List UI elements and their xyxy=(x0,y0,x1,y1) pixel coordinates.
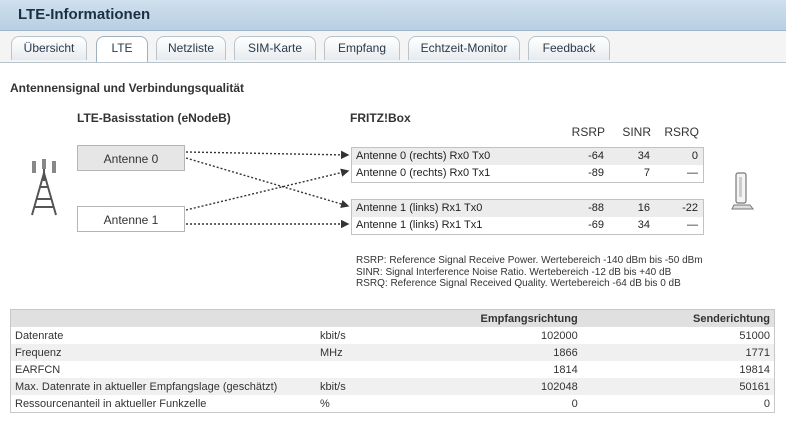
row-label: Frequenz xyxy=(10,344,317,361)
table-header-row: Empfangsrichtung Senderichtung xyxy=(10,309,775,327)
row-unit: % xyxy=(320,397,330,410)
row-rx-value: 1866 xyxy=(395,344,582,361)
signal-legend: RSRP: Reference Signal Receive Power. We… xyxy=(356,255,703,290)
row-tx-value: 51000 xyxy=(739,329,770,342)
header-empty xyxy=(10,309,317,327)
row-label: Max. Datenrate in aktueller Empfangslage… xyxy=(10,378,317,395)
tab-bar: Übersicht LTE Netzliste SIM-Karte Empfan… xyxy=(0,36,786,63)
row-rx-value: 0 xyxy=(571,397,578,410)
tab-echtzeit-monitor[interactable]: Echtzeit-Monitor xyxy=(408,36,520,60)
table-row: Max. Datenrate in aktueller Empfangslage… xyxy=(10,378,775,395)
row-unit xyxy=(316,361,396,378)
table-row: Ressourcenanteil in aktueller Funkzelle … xyxy=(11,395,775,413)
row-rx-value: 102000 xyxy=(541,329,578,342)
tab-sim-karte[interactable]: SIM-Karte xyxy=(234,36,316,60)
row-rx-value: 102048 xyxy=(395,378,582,395)
legend-sinr: SINR: Signal Interference Noise Ratio. W… xyxy=(356,266,672,278)
row-unit: kbit/s xyxy=(316,378,396,395)
table-row: Frequenz MHz 1866 1771 xyxy=(10,344,775,361)
tab-empfang[interactable]: Empfang xyxy=(324,36,400,60)
row-label: Datenrate xyxy=(15,329,64,342)
header-empfangsrichtung: Empfangsrichtung xyxy=(395,309,582,327)
row-label: Ressourcenanteil in aktueller Funkzelle xyxy=(15,397,207,410)
tab-netzliste[interactable]: Netzliste xyxy=(156,36,226,60)
row-rx-value: 1814 xyxy=(553,363,578,376)
table-row: EARFCN 1814 19814 xyxy=(11,361,775,378)
row-unit: MHz xyxy=(316,344,396,361)
header-empty-unit xyxy=(316,309,396,327)
row-tx-value: 50161 xyxy=(581,378,775,395)
table-row: Datenrate kbit/s 102000 51000 xyxy=(11,327,775,344)
row-unit: kbit/s xyxy=(320,329,346,342)
link-line-a0-rx1tx0 xyxy=(185,157,350,209)
row-tx-value: 1771 xyxy=(581,344,775,361)
row-tx-value: 19814 xyxy=(739,363,770,376)
legend-rsrq: RSRQ: Reference Signal Received Quality.… xyxy=(356,278,681,289)
window-header: LTE-Informationen xyxy=(0,0,786,31)
connection-data-table: Empfangsrichtung Senderichtung Datenrate… xyxy=(10,309,775,413)
tab-uebersicht[interactable]: Übersicht xyxy=(11,36,87,60)
link-line-a1-rx0tx1 xyxy=(185,168,350,211)
link-line-a0-rx0tx0 xyxy=(185,150,350,160)
row-label: EARFCN xyxy=(15,363,61,376)
tab-lte[interactable]: LTE xyxy=(96,36,148,63)
fritzbox-device-icon xyxy=(730,171,756,216)
tab-feedback[interactable]: Feedback xyxy=(528,36,610,60)
header-senderichtung: Senderichtung xyxy=(581,309,775,327)
legend-rsrp: RSRP: Reference Signal Receive Power. We… xyxy=(356,255,703,266)
main-content: Antennensignal und Verbindungsqualität L… xyxy=(0,63,786,432)
row-tx-value: 0 xyxy=(763,397,770,410)
cell-tower-icon xyxy=(28,159,60,224)
page-title: LTE-Informationen xyxy=(18,6,151,23)
